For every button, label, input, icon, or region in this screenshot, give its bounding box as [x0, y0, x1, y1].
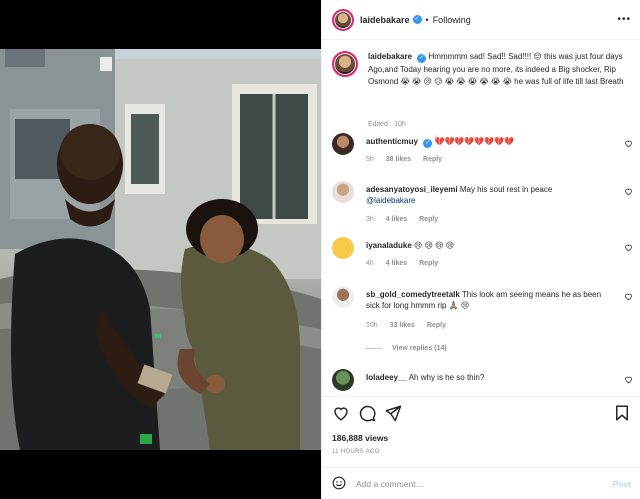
- comment-text: Ah why is he so thin?: [408, 373, 485, 382]
- separator-dot: •: [425, 14, 429, 25]
- heart-icon[interactable]: [624, 139, 633, 148]
- commenter-avatar[interactable]: [332, 181, 354, 203]
- comment-text: 💔💔💔💔💔💔💔💔: [434, 137, 515, 146]
- comment-input[interactable]: [356, 476, 596, 492]
- heart-icon[interactable]: [624, 243, 633, 252]
- comment-text-block: adesanyatoyosi_ileyemi May his soul rest…: [366, 184, 616, 206]
- comment-likes[interactable]: 4 likes: [386, 260, 407, 267]
- media-panel: [0, 0, 321, 499]
- comments-section[interactable]: laidebakare ✓ Hmmmmm sad! Sad!! Sad!!!! …: [322, 41, 640, 395]
- comment-text-block: sb_gold_comedytreetalk This look am seei…: [366, 289, 616, 311]
- view-replies-button[interactable]: View replies (14): [366, 345, 447, 352]
- comment-icon[interactable]: [358, 404, 376, 422]
- commenter-avatar[interactable]: [332, 286, 354, 308]
- reply-button[interactable]: Reply: [419, 260, 438, 267]
- commenter-avatar[interactable]: [332, 133, 354, 155]
- comment-username[interactable]: iyanaladuke: [366, 241, 412, 250]
- post-sidebar: laidebakare ✓ • Following ••• laidebakar…: [321, 0, 640, 499]
- comment-text-block: iyanaladuke 😢 😢 😢 😢: [366, 240, 616, 251]
- comment-meta: 5h 38 likes Reply: [366, 156, 452, 163]
- comment-username[interactable]: loladeey__: [366, 373, 407, 382]
- bookmark-icon[interactable]: [613, 404, 631, 422]
- more-dots-icon[interactable]: •••: [617, 14, 631, 25]
- comment-time: 5h: [366, 156, 374, 163]
- caption-username[interactable]: laidebakare: [368, 52, 412, 61]
- paper-plane-icon[interactable]: [384, 404, 402, 422]
- verified-badge-icon: ✓: [412, 15, 422, 24]
- heart-icon[interactable]: [332, 404, 350, 422]
- heart-icon[interactable]: [624, 292, 633, 301]
- commenter-avatar[interactable]: [332, 237, 354, 259]
- comment-meta: 4h 4 likes Reply: [366, 260, 448, 267]
- commenter-avatar[interactable]: [332, 369, 354, 391]
- heart-icon[interactable]: [624, 375, 633, 384]
- verified-badge-icon: ✓: [417, 54, 427, 63]
- heart-icon[interactable]: [624, 187, 633, 196]
- comment-text-block: authenticmuy ✓ 💔💔💔💔💔💔💔💔: [366, 136, 616, 148]
- post-comment-button[interactable]: Post: [613, 479, 631, 489]
- comment-time: 10h: [366, 322, 378, 329]
- comment-likes[interactable]: 4 likes: [386, 216, 407, 223]
- comment-mention[interactable]: @laidebakare: [366, 196, 415, 205]
- comment-meta: 3h 4 likes Reply: [366, 216, 448, 223]
- comment-username[interactable]: sb_gold_comedytreetalk: [366, 290, 460, 299]
- reply-button[interactable]: Reply: [419, 216, 438, 223]
- add-comment-bar: Post: [322, 467, 640, 499]
- comment-text-block: loladeey__ Ah why is he so thin?: [366, 372, 616, 383]
- comment-text: 😢 😢 😢 😢: [414, 241, 455, 250]
- comment-likes[interactable]: 38 likes: [386, 156, 411, 163]
- caption-text-block: laidebakare ✓ Hmmmmm sad! Sad!! Sad!!!! …: [368, 51, 632, 89]
- comment-username[interactable]: adesanyatoyosi_ileyemi: [366, 185, 458, 194]
- comment-meta: 10h 33 likes Reply: [366, 322, 456, 329]
- author-avatar[interactable]: [332, 8, 354, 31]
- comment-text: May his soul rest in peace: [459, 185, 553, 194]
- view-count[interactable]: 186,888 views: [332, 433, 388, 443]
- post-actions-bar: [322, 396, 640, 430]
- verified-badge-icon: ✓: [423, 139, 433, 148]
- reply-button[interactable]: Reply: [423, 156, 442, 163]
- reply-button[interactable]: Reply: [427, 322, 446, 329]
- author-username[interactable]: laidebakare: [360, 15, 410, 25]
- comment-time: 3h: [366, 216, 374, 223]
- comment-likes[interactable]: 33 likes: [390, 322, 415, 329]
- emoji-icon[interactable]: [332, 476, 346, 490]
- following-button[interactable]: Following: [433, 15, 471, 25]
- post-header: laidebakare ✓ • Following •••: [322, 0, 640, 40]
- caption-avatar[interactable]: [332, 51, 358, 77]
- comment-time: 4h: [366, 260, 374, 267]
- caption-edited-time: Edited · 10h: [368, 121, 406, 128]
- post-photo[interactable]: [0, 49, 321, 450]
- post-timestamp: 11 HOURS AGO: [332, 449, 380, 455]
- comment-username[interactable]: authenticmuy: [366, 137, 418, 146]
